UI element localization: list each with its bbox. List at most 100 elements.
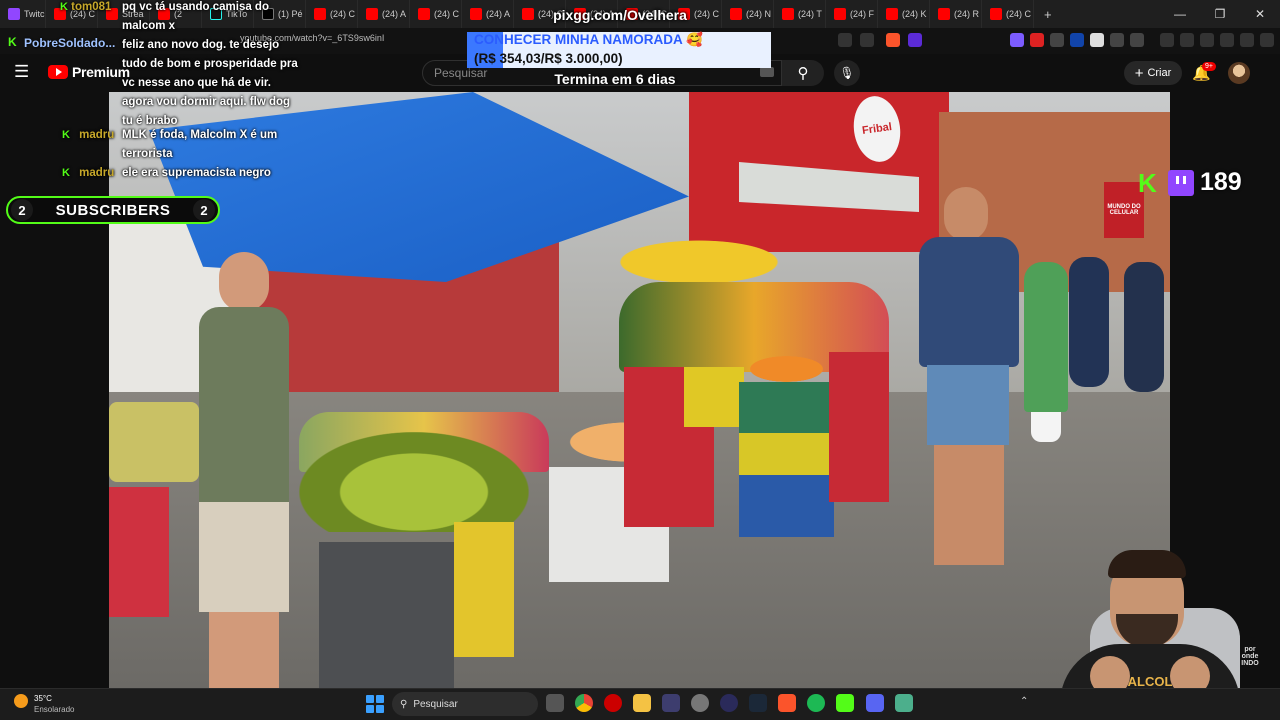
- mic-icon: 🎙: [839, 66, 855, 80]
- task-view-icon[interactable]: [546, 694, 564, 712]
- tab-6[interactable]: (24) C: [306, 0, 358, 28]
- tab-label: (24) T: [798, 9, 822, 19]
- tab-14[interactable]: (24) N: [722, 0, 774, 28]
- app-icon[interactable]: [720, 694, 738, 712]
- tab-17[interactable]: (24) K: [878, 0, 930, 28]
- tab-label: (24) N: [746, 9, 772, 19]
- viewer-counter: K 189: [1138, 168, 1242, 197]
- notes-icon[interactable]: [895, 694, 913, 712]
- tab-label: (24) K: [902, 9, 927, 19]
- weather-temperature[interactable]: 35°C: [34, 694, 52, 703]
- tab-label: (24) C: [330, 9, 356, 19]
- voice-search-button[interactable]: 🎙: [834, 60, 860, 86]
- donation-goal-title: CONHECER MINHA NAMORADA 🥰: [474, 32, 703, 47]
- taskbar-search[interactable]: ⚲ Pesquisar: [392, 692, 538, 716]
- sidebar-icon[interactable]: [1180, 33, 1194, 47]
- watermark-logo: por onde INDO: [1241, 646, 1259, 667]
- video-bananas: [299, 432, 529, 532]
- subscribers-label: SUBSCRIBERS: [55, 201, 171, 219]
- windows-start-icon[interactable]: [366, 695, 384, 713]
- spotify-icon[interactable]: [807, 694, 825, 712]
- kick-app-icon[interactable]: [836, 694, 854, 712]
- video-yellow-crates: [684, 367, 744, 427]
- taskbar-search-label: Pesquisar: [413, 698, 458, 710]
- brave-shield-icon[interactable]: [886, 33, 900, 47]
- share-icon[interactable]: [860, 33, 874, 47]
- twitch-logo-icon: [1168, 169, 1194, 196]
- chat-username: tom081: [71, 1, 112, 13]
- app-icon[interactable]: [691, 694, 709, 712]
- wallet-icon[interactable]: [1200, 33, 1214, 47]
- video-man-far: [1124, 262, 1164, 392]
- extension-icon[interactable]: [1110, 33, 1124, 47]
- chrome-icon[interactable]: [575, 694, 593, 712]
- extension-icon[interactable]: [1010, 33, 1024, 47]
- youtube-icon: [470, 8, 482, 20]
- discord-icon[interactable]: [866, 694, 884, 712]
- video-man-dark-shirt: [1069, 257, 1109, 387]
- file-explorer-icon[interactable]: [633, 694, 651, 712]
- youtube-icon: [990, 8, 1002, 20]
- vpn-icon[interactable]: [1220, 33, 1234, 47]
- kick-icon: K: [8, 35, 17, 49]
- create-button[interactable]: + Criar: [1124, 61, 1182, 85]
- close-window-button[interactable]: ✕: [1240, 0, 1280, 28]
- youtube-logo[interactable]: Premium: [48, 64, 130, 80]
- tab-16[interactable]: (24) F: [826, 0, 878, 28]
- chat-message-text: ele era supremacista negro: [122, 167, 271, 179]
- hamburger-menu-icon[interactable]: ☰: [14, 63, 34, 80]
- keyboard-icon[interactable]: [760, 67, 774, 77]
- extension-icon[interactable]: [1030, 33, 1044, 47]
- tab-0[interactable]: Twitch: [0, 0, 46, 28]
- kick-badge-icon: K: [62, 129, 70, 141]
- video-man-blue-shirt: [909, 187, 1029, 567]
- video-grey-crate: [319, 542, 454, 688]
- tab-18[interactable]: (24) R: [930, 0, 982, 28]
- menu-icon[interactable]: [1260, 33, 1274, 47]
- extension-icon[interactable]: [1090, 33, 1104, 47]
- tab-8[interactable]: (24) C: [410, 0, 462, 28]
- extension-icon[interactable]: [1050, 33, 1064, 47]
- tab-15[interactable]: (24) T: [774, 0, 826, 28]
- youtube-icon: [314, 8, 326, 20]
- tab-19[interactable]: (24) C: [982, 0, 1034, 28]
- avatar[interactable]: [1228, 62, 1250, 84]
- maximize-button[interactable]: ❐: [1200, 0, 1240, 28]
- donation-goal-deadline: Termina em 6 dias: [554, 71, 676, 87]
- video-yellow-crate: [454, 522, 514, 657]
- app-icon[interactable]: [662, 694, 680, 712]
- opera-icon[interactable]: [604, 694, 622, 712]
- chat-message-text: pq vc tá usando camisa do malcom x: [122, 1, 269, 32]
- youtube-icon: [886, 8, 898, 20]
- chat-username: madru: [79, 167, 115, 179]
- subscribers-widget: 2 SUBSCRIBERS 2: [6, 196, 220, 224]
- weather-condition[interactable]: Ensolarado: [34, 705, 74, 714]
- chat-message: K madru: [62, 126, 114, 145]
- subscribers-count-left: 2: [11, 199, 33, 221]
- subscribers-count-right: 2: [193, 199, 215, 221]
- tab-label: (24) A: [486, 9, 511, 19]
- video-fruit-pile: [109, 402, 199, 482]
- chat-message: K madru: [62, 164, 114, 183]
- tab-9[interactable]: (24) A: [462, 0, 514, 28]
- window-controls: — ❐ ✕: [1160, 0, 1280, 28]
- minimize-button[interactable]: —: [1160, 0, 1200, 28]
- extension-icon[interactable]: [1070, 33, 1084, 47]
- kick-badge-icon: K: [60, 1, 68, 13]
- youtube-icon: [834, 8, 846, 20]
- cast-icon[interactable]: [838, 33, 852, 47]
- search-button[interactable]: ⚲: [782, 60, 824, 86]
- steam-icon[interactable]: [749, 694, 767, 712]
- brave-rewards-icon[interactable]: [908, 33, 922, 47]
- twitch-icon: [8, 8, 20, 20]
- chevron-up-icon[interactable]: ⌃: [1020, 696, 1028, 707]
- shield-icon[interactable]: [1240, 33, 1254, 47]
- new-tab-button[interactable]: +: [1034, 7, 1062, 22]
- tab-7[interactable]: (24) A: [358, 0, 410, 28]
- extension-icon[interactable]: [1130, 33, 1144, 47]
- tab-label: (24) C: [1006, 9, 1032, 19]
- pix-donation-url: pixgg.com/Ovelhera: [553, 7, 687, 23]
- brave-icon[interactable]: [778, 694, 796, 712]
- media-icon[interactable]: [1160, 33, 1174, 47]
- weather-sun-icon[interactable]: [14, 694, 28, 708]
